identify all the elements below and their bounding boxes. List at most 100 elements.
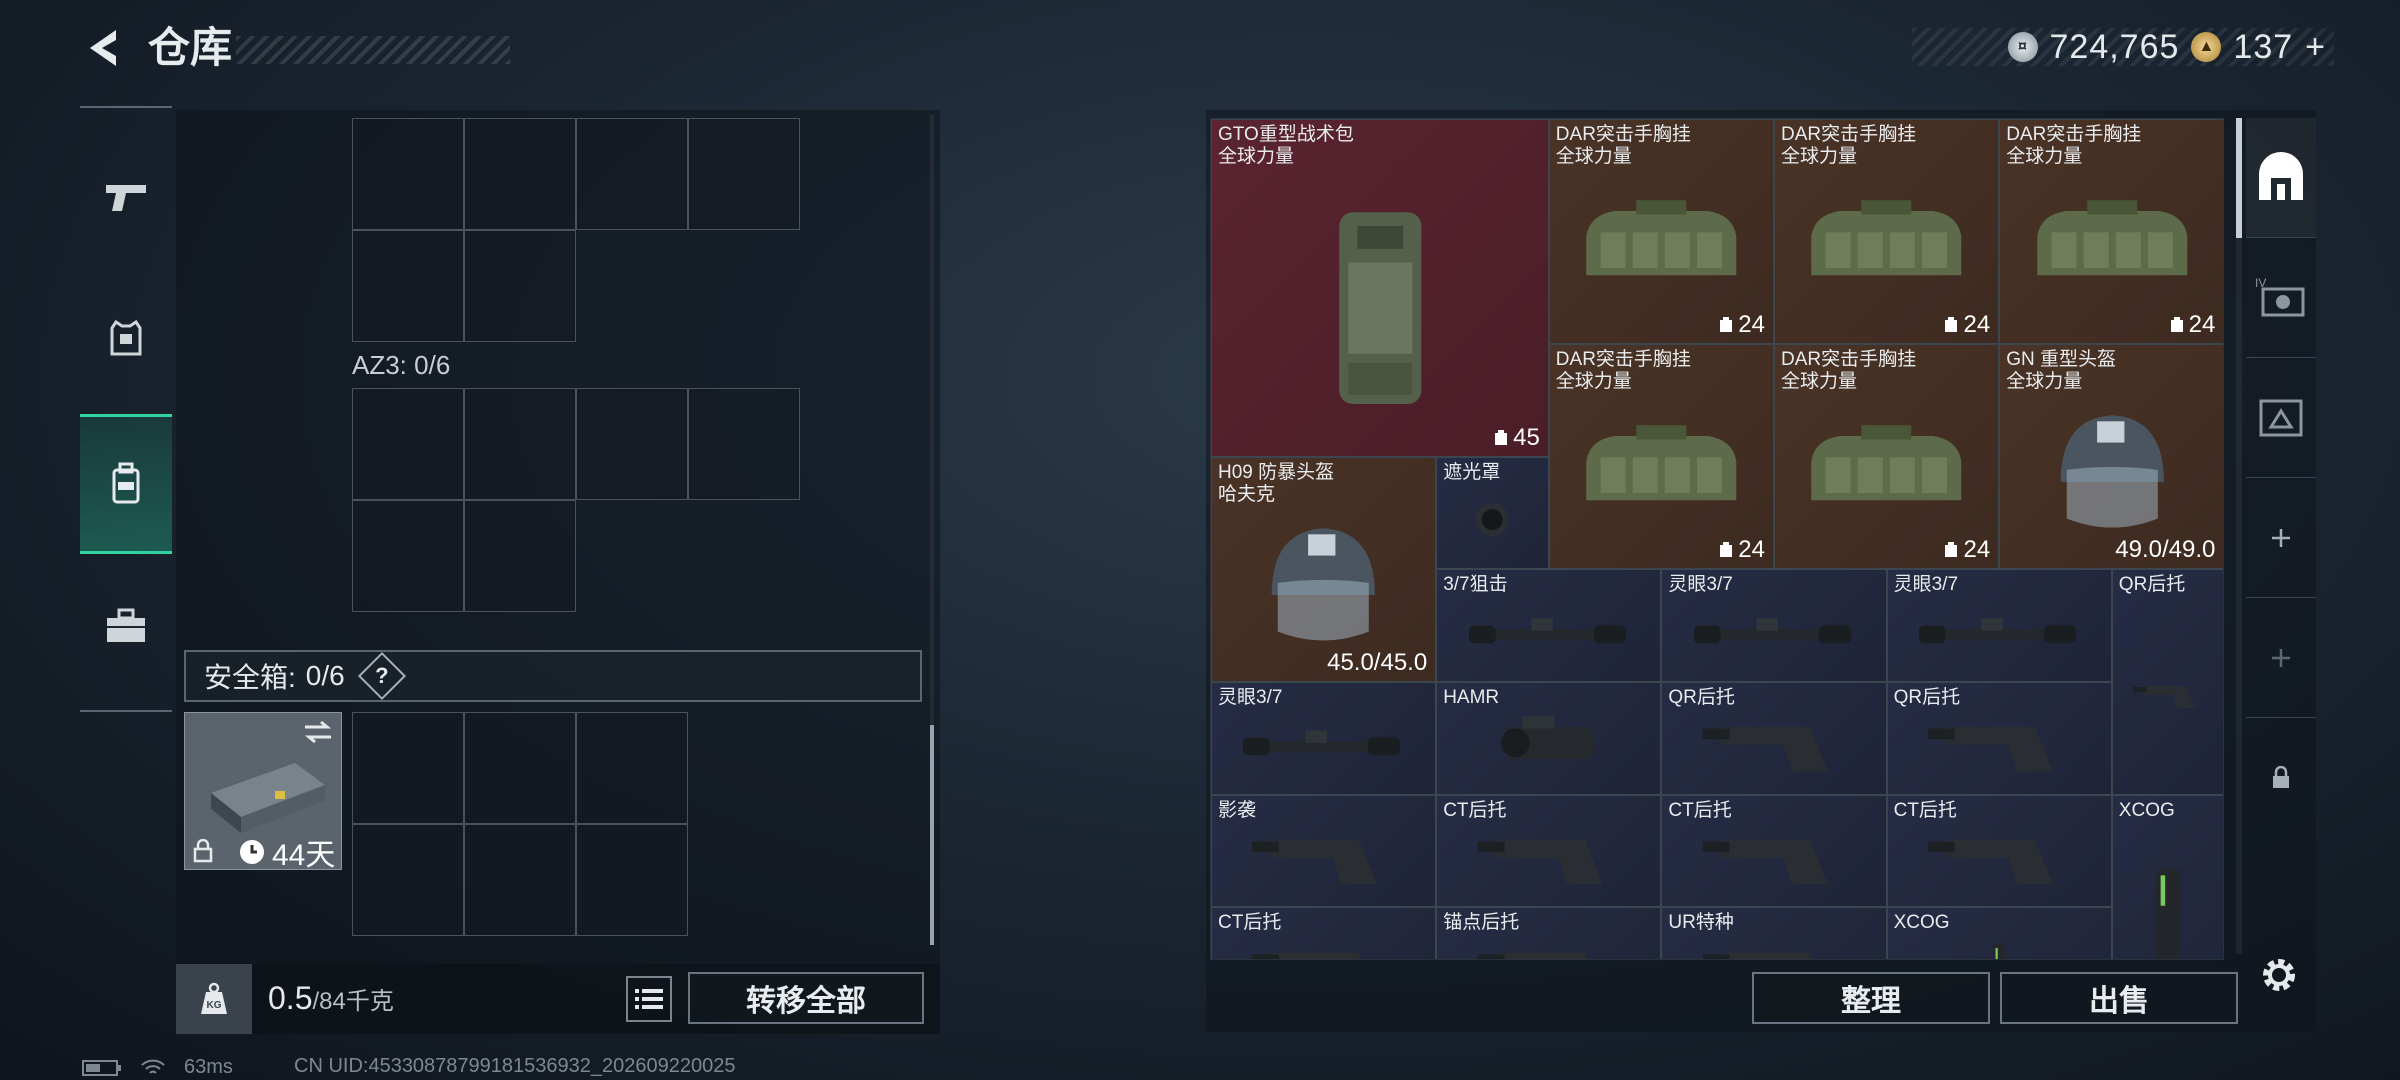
stash-item[interactable]: CT后托	[1661, 794, 1887, 908]
stash-item[interactable]: GN 重型头盔 全球力量 49.0/49.0	[1999, 344, 2223, 570]
stash-item[interactable]: 3/7狙击	[1436, 569, 1662, 682]
stash-item[interactable]: 灵眼3/7	[1886, 569, 2112, 682]
stash-tab-locked[interactable]	[2246, 718, 2316, 838]
battery-icon	[82, 1059, 121, 1076]
stash-item[interactable]: 锚点后托	[1436, 907, 1662, 959]
stash-item[interactable]: QR后托	[1886, 682, 2112, 795]
item-name: 3/7狙击	[1443, 574, 1508, 596]
item-name: CT后托	[1218, 912, 1282, 934]
stack-icon	[1720, 317, 1733, 333]
stash-item[interactable]: DAR突击手胸挂 全球力量 24	[1548, 344, 1774, 570]
item-name: HAMR	[1443, 687, 1500, 708]
stash-item[interactable]: CT后托	[1436, 794, 1662, 908]
safe-box-days: 44天	[272, 839, 336, 872]
help-button[interactable]: ?	[357, 651, 406, 701]
stock-item-image	[1460, 933, 1639, 959]
stash-item[interactable]: 遮光罩	[1436, 456, 1549, 570]
item-name: 灵眼3/7	[1893, 574, 1959, 596]
stock-item-image	[1460, 820, 1639, 895]
nav-briefcase[interactable]	[80, 556, 172, 696]
stash-tab-add-1[interactable]	[2246, 478, 2316, 598]
grid-slot[interactable]	[352, 388, 464, 500]
stash-item[interactable]: 灵眼3/7	[1661, 569, 1887, 682]
stash-item[interactable]: XCOG	[1886, 907, 2112, 959]
item-name: QR后托	[1893, 687, 1961, 708]
item-durability: 49.0/49.0	[2115, 536, 2216, 564]
add-currency-button[interactable]: +	[2305, 28, 2326, 67]
home-stash-icon	[2259, 151, 2303, 200]
stash-tab-3[interactable]	[2246, 358, 2316, 478]
left-scrollbar-thumb[interactable]	[930, 725, 934, 945]
grid-slot[interactable]	[464, 118, 576, 230]
stash-item[interactable]: DAR突击手胸挂 全球力量 24	[1774, 119, 2000, 345]
item-name: H09 防暴头盔 哈夫克	[1218, 461, 1335, 505]
stash-item[interactable]: QR后托	[2111, 569, 2223, 795]
safe-box-duration: 44天	[238, 830, 335, 874]
grid-slot[interactable]	[464, 230, 576, 342]
stash-tab-add-2[interactable]	[2246, 598, 2316, 718]
stack-icon	[2170, 317, 2183, 333]
weight-max: /84千克	[312, 988, 394, 1015]
stash-item[interactable]: QR后托	[1661, 682, 1887, 795]
stash-item[interactable]: HAMR	[1436, 682, 1662, 795]
item-count: 24	[1943, 311, 1990, 339]
stash-item[interactable]: DAR突击手胸挂 全球力量 24	[1548, 119, 1774, 345]
back-button[interactable]	[78, 22, 126, 74]
sort-button[interactable]: 整理	[1752, 972, 1990, 1024]
stash-item[interactable]: UR特种	[1661, 907, 1887, 959]
nav-armor[interactable]	[80, 268, 172, 408]
stock-item-image	[1234, 933, 1413, 959]
grid-slot[interactable]	[464, 824, 576, 936]
grid-slot[interactable]	[352, 712, 464, 824]
stash-scrollbar-track[interactable]	[2236, 118, 2242, 954]
grid-slot[interactable]	[576, 824, 688, 936]
grid-slot[interactable]	[464, 712, 576, 824]
stash-item[interactable]: 灵眼3/7	[1211, 682, 1437, 795]
stash-item[interactable]: 影袭	[1211, 794, 1437, 908]
item-name: 灵眼3/7	[1218, 687, 1283, 708]
az3-capacity-label: AZ3: 0/6	[352, 350, 451, 380]
grid-slot[interactable]	[688, 118, 800, 230]
stash-item[interactable]: H09 防暴头盔 哈夫克 45.0/45.0	[1211, 456, 1437, 682]
stack-icon	[1945, 317, 1958, 333]
nav-weapons[interactable]	[80, 128, 172, 268]
item-name: 灵眼3/7	[1668, 574, 1733, 596]
grid-slot[interactable]	[688, 388, 800, 500]
armor-grade-icon	[2259, 399, 2303, 436]
stash-item[interactable]: CT后托	[1211, 907, 1437, 959]
stack-icon	[1945, 542, 1958, 558]
item-name: DAR突击手胸挂 全球力量	[2006, 124, 2142, 167]
settings-button[interactable]	[2254, 950, 2304, 1000]
list-view-button[interactable]	[626, 976, 672, 1022]
grid-slot[interactable]	[464, 388, 576, 500]
grid-slot[interactable]	[576, 712, 688, 824]
transfer-all-button[interactable]: 转移全部	[688, 972, 924, 1024]
list-icon	[635, 989, 663, 1009]
stash-item[interactable]: GTO重型战术包 全球力量 45	[1211, 119, 1549, 457]
plus-icon	[2272, 528, 2290, 547]
backpack-icon	[112, 462, 140, 504]
grid-slot[interactable]	[576, 388, 688, 500]
swap-icon[interactable]	[303, 719, 333, 745]
stock-item-image	[1910, 707, 2089, 782]
stash-item[interactable]: DAR突击手胸挂 全球力量 24	[1774, 344, 2000, 570]
vest-item-image	[1797, 394, 1976, 546]
nav-backpack[interactable]	[80, 414, 172, 554]
grid-slot[interactable]	[352, 500, 464, 612]
stack-icon	[1495, 429, 1508, 445]
stash-tab-home[interactable]	[2246, 118, 2316, 238]
grid-slot[interactable]	[464, 500, 576, 612]
stock-item-image	[1910, 820, 2089, 895]
stash-item[interactable]: XCOG	[2111, 794, 2223, 959]
stash-item[interactable]: DAR突击手胸挂 全球力量 24	[1999, 119, 2223, 345]
stash-scrollbar-thumb[interactable]	[2236, 118, 2242, 238]
sell-button[interactable]: 出售	[2000, 972, 2238, 1024]
grid-slot[interactable]	[576, 118, 688, 230]
xcog-item-image	[1910, 933, 2089, 959]
item-name: GTO重型战术包 全球力量	[1218, 124, 1354, 167]
grid-slot[interactable]	[352, 230, 464, 342]
grid-slot[interactable]	[352, 824, 464, 936]
stash-item[interactable]: CT后托	[1886, 794, 2112, 908]
grid-slot[interactable]	[352, 118, 464, 230]
stash-tab-2[interactable]: IV	[2246, 238, 2316, 358]
